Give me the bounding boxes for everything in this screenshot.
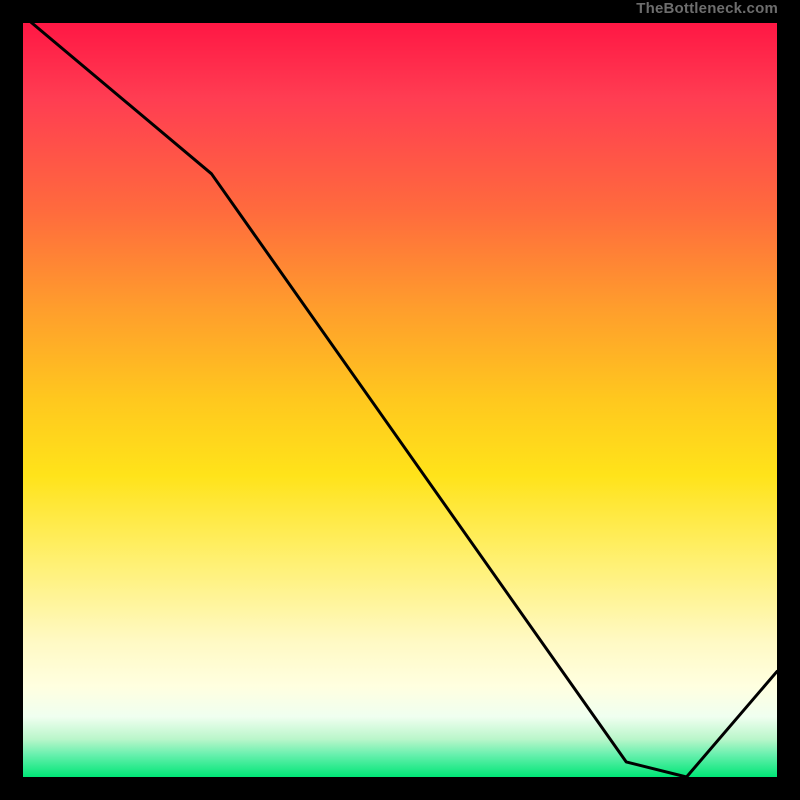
chart-wrapper: TheBottleneck.com [0, 0, 800, 800]
attribution-text: TheBottleneck.com [636, 0, 778, 17]
plot-area [20, 20, 780, 780]
data-curve [23, 15, 777, 777]
line-layer [23, 23, 777, 777]
